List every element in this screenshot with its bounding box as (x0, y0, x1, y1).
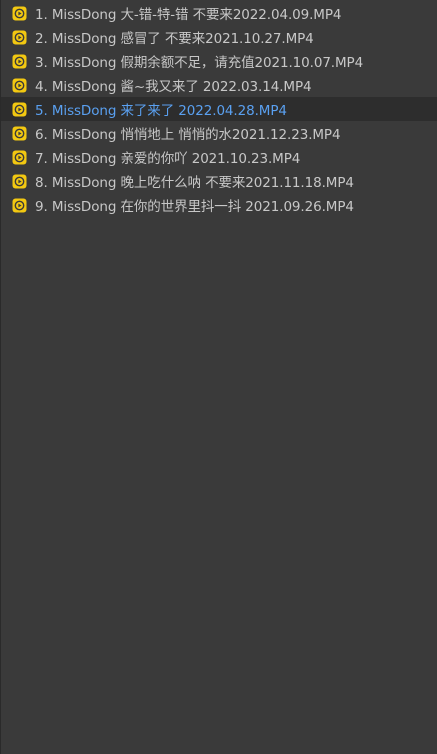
playlist-item[interactable]: 6. MissDong 悄悄地上 悄悄的水2021.12.23.MP4 (1, 121, 437, 145)
playlist-item-label: 3. MissDong 假期余额不足，请充值2021.10.07.MP4 (35, 55, 364, 71)
video-file-icon (12, 54, 27, 69)
video-file-icon (12, 6, 27, 21)
video-file-icon (12, 150, 27, 165)
video-file-icon (12, 126, 27, 141)
playlist-item-label: 4. MissDong 酱~我又来了 2022.03.14.MP4 (35, 79, 312, 95)
video-file-icon (12, 174, 27, 189)
playlist-item-label: 6. MissDong 悄悄地上 悄悄的水2021.12.23.MP4 (35, 127, 341, 143)
playlist-item-label: 8. MissDong 晚上吃什么呐 不要来2021.11.18.MP4 (35, 175, 354, 191)
playlist-item[interactable]: 8. MissDong 晚上吃什么呐 不要来2021.11.18.MP4 (1, 169, 437, 193)
playlist-item-active[interactable]: 5. MissDong 来了来了 2022.04.28.MP4 (1, 97, 437, 121)
playlist-item[interactable]: 1. MissDong 大-错-特-错 不要来2022.04.09.MP4 (1, 1, 437, 25)
playlist-item-label: 5. MissDong 来了来了 2022.04.28.MP4 (35, 103, 287, 119)
playlist-item-label: 7. MissDong 亲爱的你吖 2021.10.23.MP4 (35, 151, 301, 167)
playlist-item-label: 2. MissDong 感冒了 不要来2021.10.27.MP4 (35, 31, 314, 47)
playlist-panel: 1. MissDong 大-错-特-错 不要来2022.04.09.MP4 2.… (0, 0, 437, 754)
playlist-item[interactable]: 4. MissDong 酱~我又来了 2022.03.14.MP4 (1, 73, 437, 97)
playlist-item[interactable]: 7. MissDong 亲爱的你吖 2021.10.23.MP4 (1, 145, 437, 169)
playlist-item[interactable]: 2. MissDong 感冒了 不要来2021.10.27.MP4 (1, 25, 437, 49)
playlist-item[interactable]: 9. MissDong 在你的世界里抖一抖 2021.09.26.MP4 (1, 193, 437, 217)
video-file-icon (12, 78, 27, 93)
video-file-icon (12, 102, 27, 117)
video-file-icon (12, 198, 27, 213)
playlist-item[interactable]: 3. MissDong 假期余额不足，请充值2021.10.07.MP4 (1, 49, 437, 73)
video-file-icon (12, 30, 27, 45)
playlist-item-label: 9. MissDong 在你的世界里抖一抖 2021.09.26.MP4 (35, 199, 354, 215)
playlist-item-label: 1. MissDong 大-错-特-错 不要来2022.04.09.MP4 (35, 7, 342, 23)
playlist: 1. MissDong 大-错-特-错 不要来2022.04.09.MP4 2.… (1, 0, 437, 217)
